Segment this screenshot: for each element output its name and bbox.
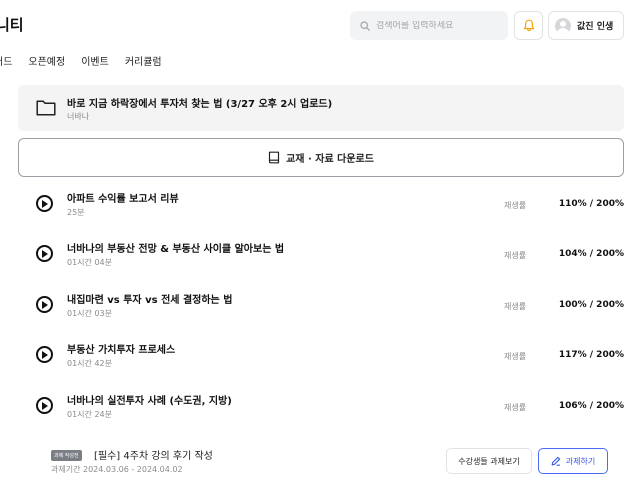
lecture-folder[interactable]: 바로 지금 하락장에서 투자처 찾는 법 (3/27 오후 2시 업로드) 너바…	[18, 85, 624, 131]
search-icon	[360, 20, 370, 31]
search-input[interactable]	[376, 20, 496, 31]
lesson-duration: 01시간 03분	[67, 309, 112, 318]
nav-item-curriculum[interactable]: 커리큘럼	[125, 53, 162, 68]
view-submissions-button[interactable]: 수강생들 과제보기	[446, 448, 532, 474]
lesson-duration: 01시간 24분	[67, 410, 112, 419]
list-item[interactable]: 내집마련 vs 투자 vs 전세 결정하는 법 01시간 03분 재생률 100…	[0, 281, 640, 327]
list-item[interactable]: 너바나의 실전투자 사례 (수도권, 지방) 01시간 24분 재생률 106%…	[0, 382, 640, 428]
lesson-duration: 01시간 04분	[67, 258, 112, 267]
play-icon[interactable]	[36, 195, 53, 212]
profile-button[interactable]: 값진 인생	[548, 11, 624, 40]
playback-rate: 104% / 200%	[558, 249, 624, 259]
playback-label: 재생률	[504, 352, 527, 361]
brand-title[interactable]: 니티	[0, 14, 24, 35]
lesson-title: 부동산 가치투자 프로세스	[67, 345, 176, 356]
lesson-title: 너바나의 부동산 전망 & 부동산 사이클 알아보는 법	[67, 244, 285, 255]
lesson-title: 아파트 수익률 보고서 리뷰	[67, 194, 179, 205]
playback-label: 재생률	[504, 201, 527, 210]
course-nav: 버드 오픈예정 이벤트 커리큘럼	[0, 53, 178, 68]
folder-icon	[36, 100, 56, 116]
do-assignment-label: 과제하기	[565, 456, 596, 466]
search-box[interactable]	[350, 11, 508, 40]
lesson-title: 내집마련 vs 투자 vs 전세 결정하는 법	[67, 295, 233, 306]
lesson-duration: 25분	[67, 208, 85, 217]
nav-item-event[interactable]: 이벤트	[81, 53, 109, 68]
book-icon	[268, 151, 280, 164]
assignment-row: 과제 작성전 [필수] 4주차 강의 후기 작성 과제기간 2024.03.06…	[0, 440, 640, 480]
playback-rate: 117% / 200%	[558, 350, 624, 360]
playback-rate: 106% / 200%	[558, 401, 624, 411]
lesson-title: 너바나의 실전투자 사례 (수도권, 지방)	[67, 396, 232, 407]
pencil-icon	[551, 456, 560, 466]
play-icon[interactable]	[36, 296, 53, 313]
play-icon[interactable]	[36, 245, 53, 262]
list-item[interactable]: 부동산 가치투자 프로세스 01시간 42분 재생률 117% / 200%	[0, 331, 640, 377]
playback-rate: 100% / 200%	[558, 300, 624, 310]
assignment-period: 과제기간 2024.03.06 - 2024.04.02	[51, 465, 183, 474]
notification-button[interactable]	[514, 11, 543, 40]
playback-label: 재생률	[504, 302, 527, 311]
playback-label: 재생률	[504, 251, 527, 260]
avatar	[555, 17, 571, 34]
play-icon[interactable]	[36, 346, 53, 363]
profile-name: 값진 인생	[577, 22, 614, 32]
bell-icon	[523, 19, 534, 32]
nav-item-upcoming[interactable]: 오픈예정	[28, 53, 65, 68]
playback-label: 재생률	[504, 403, 527, 412]
status-badge: 과제 작성전	[51, 450, 82, 461]
download-label: 교재 · 자료 다운로드	[286, 154, 374, 165]
nav-item-board[interactable]: 버드	[0, 53, 12, 68]
play-icon[interactable]	[36, 397, 53, 414]
materials-download-button[interactable]: 교재 · 자료 다운로드	[18, 138, 624, 177]
folder-title: 바로 지금 하락장에서 투자처 찾는 법 (3/27 오후 2시 업로드)	[67, 99, 333, 110]
playback-rate: 110% / 200%	[558, 199, 624, 209]
list-item[interactable]: 아파트 수익률 보고서 리뷰 25분 재생률 110% / 200%	[0, 180, 640, 226]
top-bar: 니티 값진 인생	[0, 0, 640, 50]
do-assignment-button[interactable]: 과제하기	[538, 448, 608, 474]
lesson-duration: 01시간 42분	[67, 359, 112, 368]
assignment-title: [필수] 4주차 강의 후기 작성	[94, 451, 213, 462]
folder-author: 너바나	[67, 112, 90, 121]
list-item[interactable]: 너바나의 부동산 전망 & 부동산 사이클 알아보는 법 01시간 04분 재생…	[0, 230, 640, 276]
